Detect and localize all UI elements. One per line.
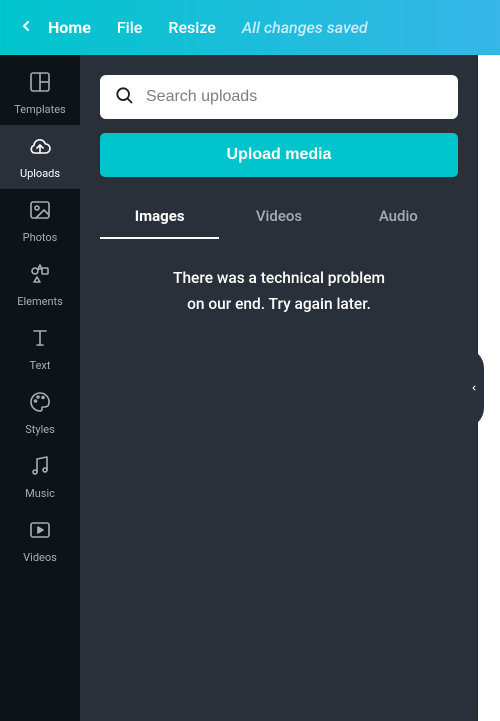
tabs: Images Videos Audio [100,197,458,240]
sidebar-item-elements[interactable]: Elements [0,253,80,317]
sidebar-item-label: Music [25,487,55,500]
uploads-panel: Upload media Images Videos Audio There w… [80,55,478,721]
sidebar-item-styles[interactable]: Styles [0,381,80,445]
sidebar-item-label: Photos [23,231,58,244]
sidebar-item-photos[interactable]: Photos [0,189,80,253]
sidebar-item-label: Elements [17,295,63,308]
main-area: Templates Uploads Photos Elements Text [0,55,500,721]
sidebar-item-label: Text [30,359,51,372]
top-bar: Home File Resize All changes saved [0,0,500,55]
sidebar-item-text[interactable]: Text [0,317,80,381]
elements-icon [28,262,52,289]
back-home[interactable]: Home [18,18,91,38]
chevron-left-icon [470,379,478,398]
search-input[interactable] [146,88,444,106]
palette-icon [28,390,52,417]
error-line-1: There was a technical problem [100,266,458,292]
chevron-left-icon [18,18,34,38]
save-status: All changes saved [242,18,368,37]
tab-audio[interactable]: Audio [339,197,458,239]
canvas-area [478,55,500,721]
tab-videos[interactable]: Videos [219,197,338,239]
upload-media-button[interactable]: Upload media [100,133,458,177]
error-message: There was a technical problem on our end… [100,266,458,317]
templates-icon [28,70,52,97]
sidebar-item-music[interactable]: Music [0,445,80,509]
cloud-upload-icon [28,134,52,161]
sidebar-item-label: Styles [25,423,55,436]
collapse-panel-handle[interactable] [464,348,484,428]
error-line-2: on our end. Try again later. [100,292,458,318]
sidebar-item-videos[interactable]: Videos [0,509,80,573]
sidebar-item-templates[interactable]: Templates [0,61,80,125]
sidebar-item-label: Videos [23,551,57,564]
sidebar-item-label: Uploads [20,167,60,180]
music-icon [28,454,52,481]
tab-images[interactable]: Images [100,197,219,239]
videos-icon [28,518,52,545]
sidebar: Templates Uploads Photos Elements Text [0,55,80,721]
sidebar-item-label: Templates [14,103,65,116]
text-icon [28,326,52,353]
search-wrap [100,75,458,119]
home-label: Home [48,18,91,37]
sidebar-item-uploads[interactable]: Uploads [0,125,80,189]
file-menu[interactable]: File [117,18,143,37]
resize-menu[interactable]: Resize [168,18,215,37]
search-icon [114,85,134,109]
photos-icon [28,198,52,225]
